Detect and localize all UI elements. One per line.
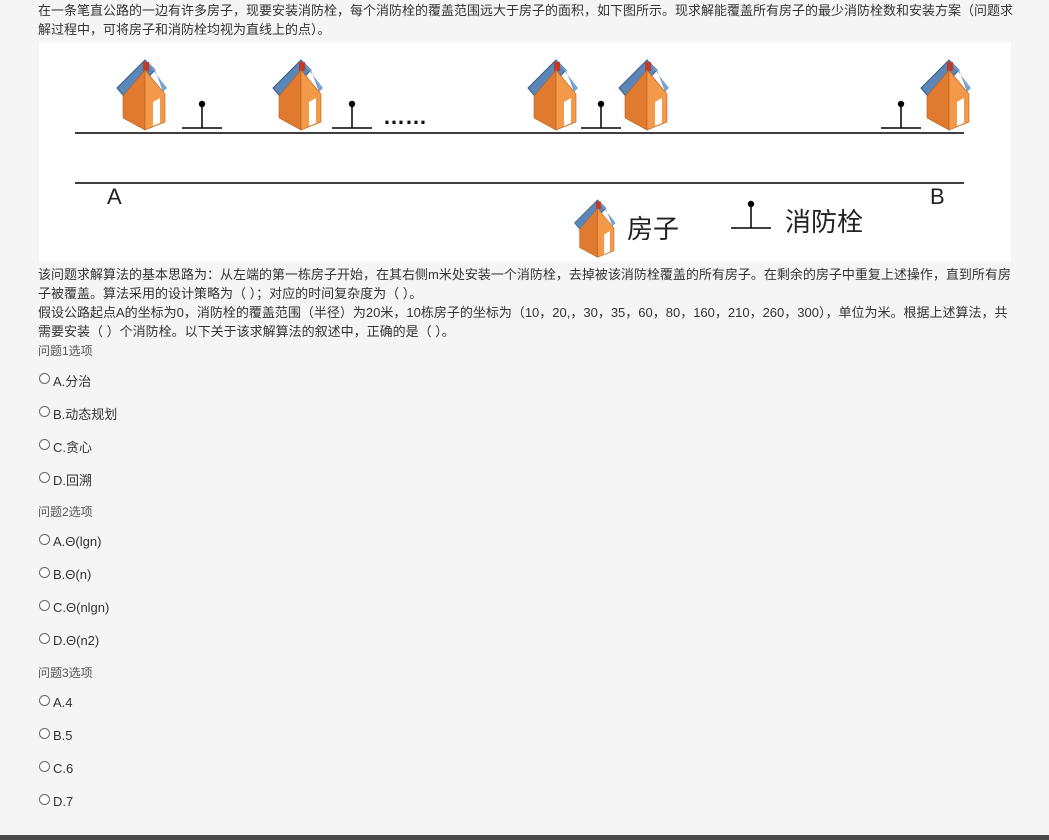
radio-button[interactable]: [39, 600, 50, 611]
question-1-title: 问题1选项: [38, 344, 93, 358]
intro-text: 在一条笔直公路的一边有许多房子，现要安装消防栓，每个消防栓的覆盖范围远大于房子的…: [38, 3, 1014, 37]
radio-button[interactable]: [39, 567, 50, 578]
label-b: B: [930, 184, 945, 209]
radio-button[interactable]: [39, 439, 50, 450]
house-icon: [272, 59, 324, 131]
q3-option-c[interactable]: C.6: [39, 752, 1013, 785]
hydrant-icon: [580, 100, 622, 129]
radio-button[interactable]: [39, 373, 50, 384]
q2-option-a[interactable]: A.Θ(lgn): [39, 525, 1013, 558]
q1-option-a[interactable]: A.分治: [39, 364, 1013, 397]
q3-option-d[interactable]: D.7: [39, 785, 1013, 818]
q2-option-c[interactable]: C.Θ(nlgn): [39, 591, 1013, 624]
hydrant-icon: [331, 100, 373, 129]
q1-option-d[interactable]: D.回溯: [39, 463, 1013, 496]
radio-button[interactable]: [39, 406, 50, 417]
problem-statement: 假设公路起点A的坐标为0，消防栓的覆盖范围（半径）为20米，10栋房子的坐标为（…: [38, 305, 1008, 339]
bottom-bar: [0, 835, 1049, 840]
hydrant-icon: [181, 100, 223, 129]
radio-button[interactable]: [39, 534, 50, 545]
hydrant-icon: [880, 100, 922, 129]
road-figure: …… A B 房子 消防栓: [39, 42, 1011, 262]
radio-button[interactable]: [39, 728, 50, 739]
q1-option-c[interactable]: C.贪心: [39, 430, 1013, 463]
legend-house-label: 房子: [627, 215, 679, 245]
house-icon: [527, 59, 579, 131]
label-a: A: [107, 184, 122, 209]
question-3-title: 问题3选项: [38, 666, 93, 680]
radio-button[interactable]: [39, 794, 50, 805]
radio-button[interactable]: [39, 633, 50, 644]
house-icon: [920, 59, 972, 131]
road-diagram: …… A B 房子 消防栓: [75, 59, 972, 258]
ellipsis-text: ……: [383, 104, 427, 129]
question-2-title: 问题2选项: [38, 505, 93, 519]
q1-option-b[interactable]: B.动态规划: [39, 397, 1013, 430]
legend-hydrant-icon: [730, 200, 772, 229]
legend-house-icon: [574, 199, 617, 258]
q2-option-b[interactable]: B.Θ(n): [39, 558, 1013, 591]
house-icon: [618, 59, 670, 131]
radio-button[interactable]: [39, 472, 50, 483]
radio-button[interactable]: [39, 761, 50, 772]
q2-option-d[interactable]: D.Θ(n2): [39, 624, 1013, 657]
algorithm-description: 该问题求解算法的基本思路为：从左端的第一栋房子开始，在其右侧m米处安装一个消防栓…: [38, 267, 1011, 301]
legend-hydrant-label: 消防栓: [785, 208, 863, 238]
radio-button[interactable]: [39, 695, 50, 706]
q3-option-b[interactable]: B.5: [39, 719, 1013, 752]
house-icon: [116, 59, 168, 131]
question-content: 在一条笔直公路的一边有许多房子，现要安装消防栓，每个消防栓的覆盖范围远大于房子的…: [38, 0, 1013, 818]
q3-option-a[interactable]: A.4: [39, 686, 1013, 719]
